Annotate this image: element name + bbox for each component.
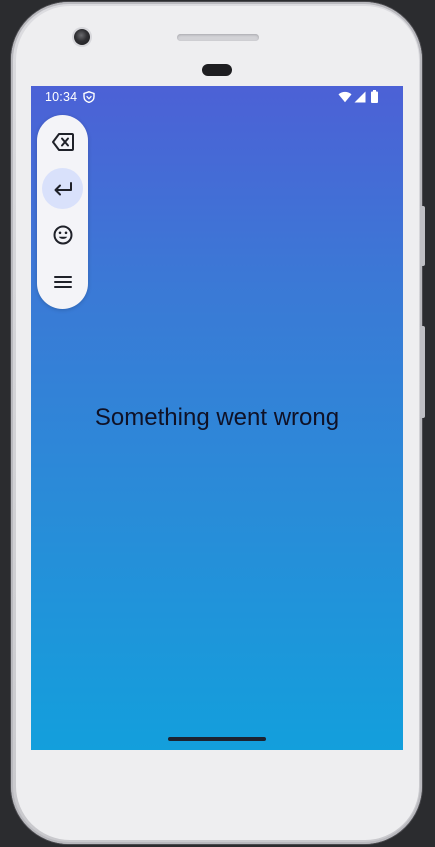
error-message: Something went wrong (94, 404, 340, 431)
wifi-icon (338, 91, 352, 103)
cell-signal-icon (354, 91, 366, 103)
emoji-icon (52, 224, 74, 246)
enter-arrow-icon (52, 181, 74, 197)
power-button (420, 206, 425, 266)
shield-icon (83, 91, 95, 104)
speaker-grille (177, 34, 259, 41)
battery-icon (371, 90, 378, 103)
floating-toolbar (37, 115, 88, 309)
status-bar: 10:34 (31, 86, 403, 108)
earpiece-sensor (202, 64, 232, 76)
app-screen: 10:34 Something went wrong (31, 86, 403, 750)
volume-button (420, 326, 425, 418)
enter-button[interactable] (42, 168, 83, 209)
emoji-button[interactable] (42, 214, 83, 255)
front-camera (74, 29, 90, 45)
menu-icon (53, 275, 73, 289)
home-indicator[interactable] (168, 737, 266, 741)
menu-button[interactable] (42, 261, 83, 302)
backspace-icon (51, 132, 75, 152)
status-time: 10:34 (45, 90, 78, 104)
backspace-button[interactable] (42, 121, 83, 162)
